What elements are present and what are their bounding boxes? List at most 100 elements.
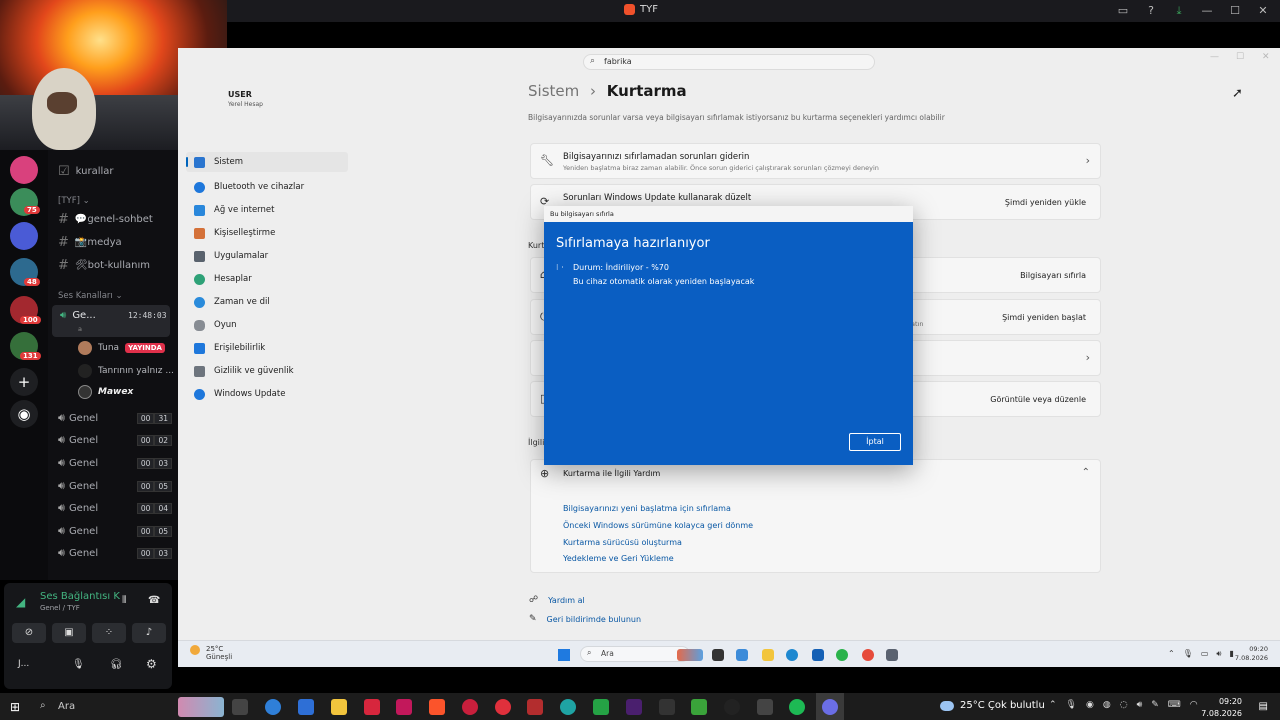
microphone-icon[interactable]: 🎙︎: [1066, 700, 1077, 710]
channel-bot-kullanim[interactable]: # 🛠bot-kullanım: [58, 258, 150, 273]
voice-member[interactable]: Tuna YAYINDA: [78, 341, 165, 355]
server-icon[interactable]: [10, 222, 38, 250]
settings-gear-icon[interactable]: [886, 649, 898, 661]
server-icon[interactable]: [10, 156, 38, 184]
noise-icon[interactable]: ⦀: [122, 595, 126, 606]
channel-medya[interactable]: # 📸medya: [58, 235, 122, 250]
voice-channel[interactable]: 🔊︎ Genel 00 31: [58, 408, 176, 428]
help-icon[interactable]: ?: [1144, 4, 1158, 18]
chrome-icon[interactable]: [862, 649, 874, 661]
file-explorer-icon[interactable]: [762, 649, 774, 661]
acrobat-icon[interactable]: [364, 699, 380, 715]
download-icon[interactable]: ⤓: [1172, 4, 1186, 18]
search-highlight-icon: [677, 649, 703, 661]
unread-badge: 100: [20, 316, 41, 324]
microphone-icon[interactable]: 🎙︎: [72, 659, 85, 670]
soundboard-button[interactable]: ♪: [132, 623, 166, 643]
voice-channel-name: Genel: [68, 547, 99, 559]
app-icon[interactable]: [757, 699, 773, 715]
host-weather[interactable]: 25°C Çok bulutlu: [940, 700, 1045, 711]
chevron-up-icon[interactable]: ⌃: [1168, 649, 1175, 659]
windows-start-icon[interactable]: ⊞: [10, 700, 20, 714]
voice-channel[interactable]: 🔊︎ Genel 00 05: [58, 476, 176, 496]
app-icon[interactable]: [724, 699, 740, 715]
chevron-up-icon[interactable]: ⌃: [1049, 700, 1057, 710]
current-user-name[interactable]: J...: [18, 659, 29, 669]
windows-start-icon[interactable]: [558, 649, 570, 661]
spotify-icon[interactable]: [836, 649, 848, 661]
cancel-button[interactable]: İptal: [849, 433, 901, 451]
vm-search-input[interactable]: ⌕ Ara: [580, 646, 690, 662]
notification-icon[interactable]: ▤: [1259, 701, 1268, 712]
spotify-icon[interactable]: [789, 699, 805, 715]
voice-member[interactable]: Mawex: [78, 385, 133, 399]
wifi-icon[interactable]: ◠: [1190, 700, 1198, 710]
activities-button[interactable]: ⁘: [92, 623, 126, 643]
microphone-icon[interactable]: 🎙︎: [1183, 649, 1193, 659]
task-view-icon[interactable]: [712, 649, 724, 661]
vm-clock[interactable]: 09:20 7.08.2026: [1235, 645, 1268, 663]
voice-channel[interactable]: 🔊︎ Genel 00 02: [58, 430, 176, 450]
opera-icon[interactable]: [462, 699, 478, 715]
minecraft-icon[interactable]: [691, 699, 707, 715]
vm-weather[interactable]: 25°C Güneşli: [206, 645, 232, 661]
app-icon[interactable]: [659, 699, 675, 715]
steam-icon[interactable]: ◍: [1103, 700, 1111, 710]
volume-icon[interactable]: 🔊︎: [1216, 649, 1221, 659]
search-highlight-icon: [178, 697, 224, 717]
app-tray-icon[interactable]: ◉: [1086, 700, 1094, 710]
voice-channel-name: Genel: [68, 480, 99, 492]
screen-share-button[interactable]: ▣: [52, 623, 86, 643]
store-icon[interactable]: [812, 649, 824, 661]
copilot-icon[interactable]: [736, 649, 748, 661]
add-server-button[interactable]: +: [10, 368, 38, 396]
active-voice-label[interactable]: 🔊︎ Ge...: [60, 310, 96, 321]
channel-rules[interactable]: ☑ kurallar: [58, 164, 114, 179]
channel-genel-sohbet[interactable]: # 💬genel-sohbet: [58, 212, 153, 227]
voice-member[interactable]: Tanrının yalnız ...: [78, 364, 174, 378]
host-clock[interactable]: 09:20 7.08.2026: [1201, 696, 1242, 720]
whatsapp-icon[interactable]: [593, 699, 609, 715]
category-voice[interactable]: Ses Kanalları ⌄: [58, 291, 123, 301]
app-icon[interactable]: [626, 699, 642, 715]
hash-icon: #: [58, 212, 69, 227]
voice-channel[interactable]: 🔊︎ Genel 00 05: [58, 521, 176, 541]
pen-icon[interactable]: ✎: [1151, 700, 1159, 710]
discord-icon[interactable]: [822, 699, 838, 715]
inbox-icon[interactable]: ▭: [1116, 4, 1130, 18]
headphones-icon[interactable]: 🎧︎: [110, 659, 123, 670]
outlook-icon[interactable]: [265, 699, 281, 715]
file-explorer-icon[interactable]: [331, 699, 347, 715]
volume-icon[interactable]: 🔊︎: [1137, 700, 1143, 710]
app-logo-icon: [624, 4, 635, 15]
maximize-button[interactable]: ☐: [1228, 4, 1242, 18]
app-icon[interactable]: [527, 699, 543, 715]
host-date: 7.08.2026: [1201, 709, 1242, 718]
app-tray-icon[interactable]: ◌: [1120, 700, 1128, 710]
network-icon[interactable]: ▭: [1201, 649, 1209, 659]
dialog-header: Bu bilgisayarı sıfırla: [544, 206, 913, 222]
camera-off-button[interactable]: ⊘: [12, 623, 46, 643]
edge-icon[interactable]: [786, 649, 798, 661]
settings-gear-icon[interactable]: ⚙: [146, 657, 157, 671]
user-count: 00 02: [136, 434, 172, 446]
disconnect-icon[interactable]: ☎: [148, 595, 160, 606]
voice-connection-channel[interactable]: Genel / TYF: [40, 604, 80, 612]
brave-icon[interactable]: [429, 699, 445, 715]
voice-channel[interactable]: 🔊︎ Genel 00 03: [58, 543, 176, 563]
app-icon[interactable]: [560, 699, 576, 715]
voice-channel[interactable]: 🔊︎ Genel 00 04: [58, 498, 176, 518]
channel-label: 💬genel-sohbet: [74, 214, 153, 225]
voice-channel[interactable]: 🔊︎ Genel 00 03: [58, 453, 176, 473]
app-icon[interactable]: [495, 699, 511, 715]
store-icon[interactable]: [298, 699, 314, 715]
acrobat-alt-icon[interactable]: [396, 699, 412, 715]
category-tyf[interactable]: [TYF] ⌄: [58, 196, 90, 206]
battery-icon[interactable]: ▮: [1229, 649, 1233, 659]
close-button[interactable]: ✕: [1256, 4, 1270, 18]
search-icon: ⌕: [40, 700, 46, 711]
task-view-icon[interactable]: [232, 699, 248, 715]
discover-button[interactable]: ◉: [10, 400, 38, 428]
minimize-button[interactable]: —: [1200, 4, 1214, 18]
keyboard-icon[interactable]: ⌨: [1168, 700, 1181, 710]
